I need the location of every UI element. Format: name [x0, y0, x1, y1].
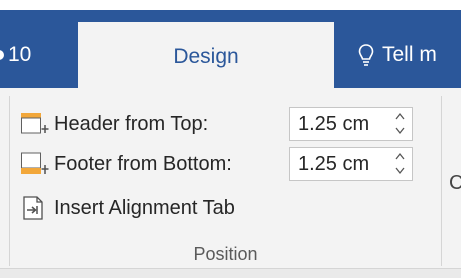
footer-from-bottom-arrows: [392, 150, 408, 178]
footer-from-bottom-label: Footer from Bottom:: [54, 152, 232, 175]
top-strip: [0, 0, 461, 10]
footer-bottom-icon: [20, 151, 50, 177]
insert-alignment-tab-button[interactable]: Insert Alignment Tab: [20, 191, 235, 225]
chevron-down-icon[interactable]: [395, 165, 405, 175]
ribbon-bottom-strip: [0, 269, 461, 278]
header-from-top-spinner: [289, 107, 413, 141]
tab-previous[interactable]: 10: [0, 40, 31, 70]
group-right-divider: [441, 96, 442, 266]
tab-design-label: Design: [173, 45, 239, 68]
chevron-up-icon[interactable]: [395, 152, 405, 162]
group-position-label: Position: [193, 244, 258, 264]
lightbulb-icon: [358, 44, 374, 67]
chevron-up-icon[interactable]: [395, 112, 405, 122]
tab-previous-label: 10: [8, 43, 32, 66]
header-from-top-row: Header from Top:: [20, 107, 208, 141]
header-from-top-arrows: [392, 110, 408, 138]
tab-edge-marker: [0, 50, 4, 61]
tell-me-search[interactable]: Tell m: [358, 40, 437, 70]
header-from-top-input[interactable]: [290, 108, 392, 140]
header-from-top-label: Header from Top:: [54, 112, 209, 135]
alignment-tab-icon: [20, 195, 50, 221]
tab-design[interactable]: Design: [78, 22, 334, 88]
tell-me-label: Tell m: [382, 43, 437, 66]
cutoff-text: C: [449, 172, 461, 194]
footer-from-bottom-spinner: [289, 147, 413, 181]
group-left-border: [9, 96, 10, 266]
footer-from-bottom-row: Footer from Bottom:: [20, 147, 232, 181]
header-top-icon: [20, 111, 50, 137]
chevron-down-icon[interactable]: [395, 125, 405, 135]
insert-alignment-tab-label: Insert Alignment Tab: [54, 196, 235, 219]
footer-from-bottom-input[interactable]: [290, 148, 392, 180]
